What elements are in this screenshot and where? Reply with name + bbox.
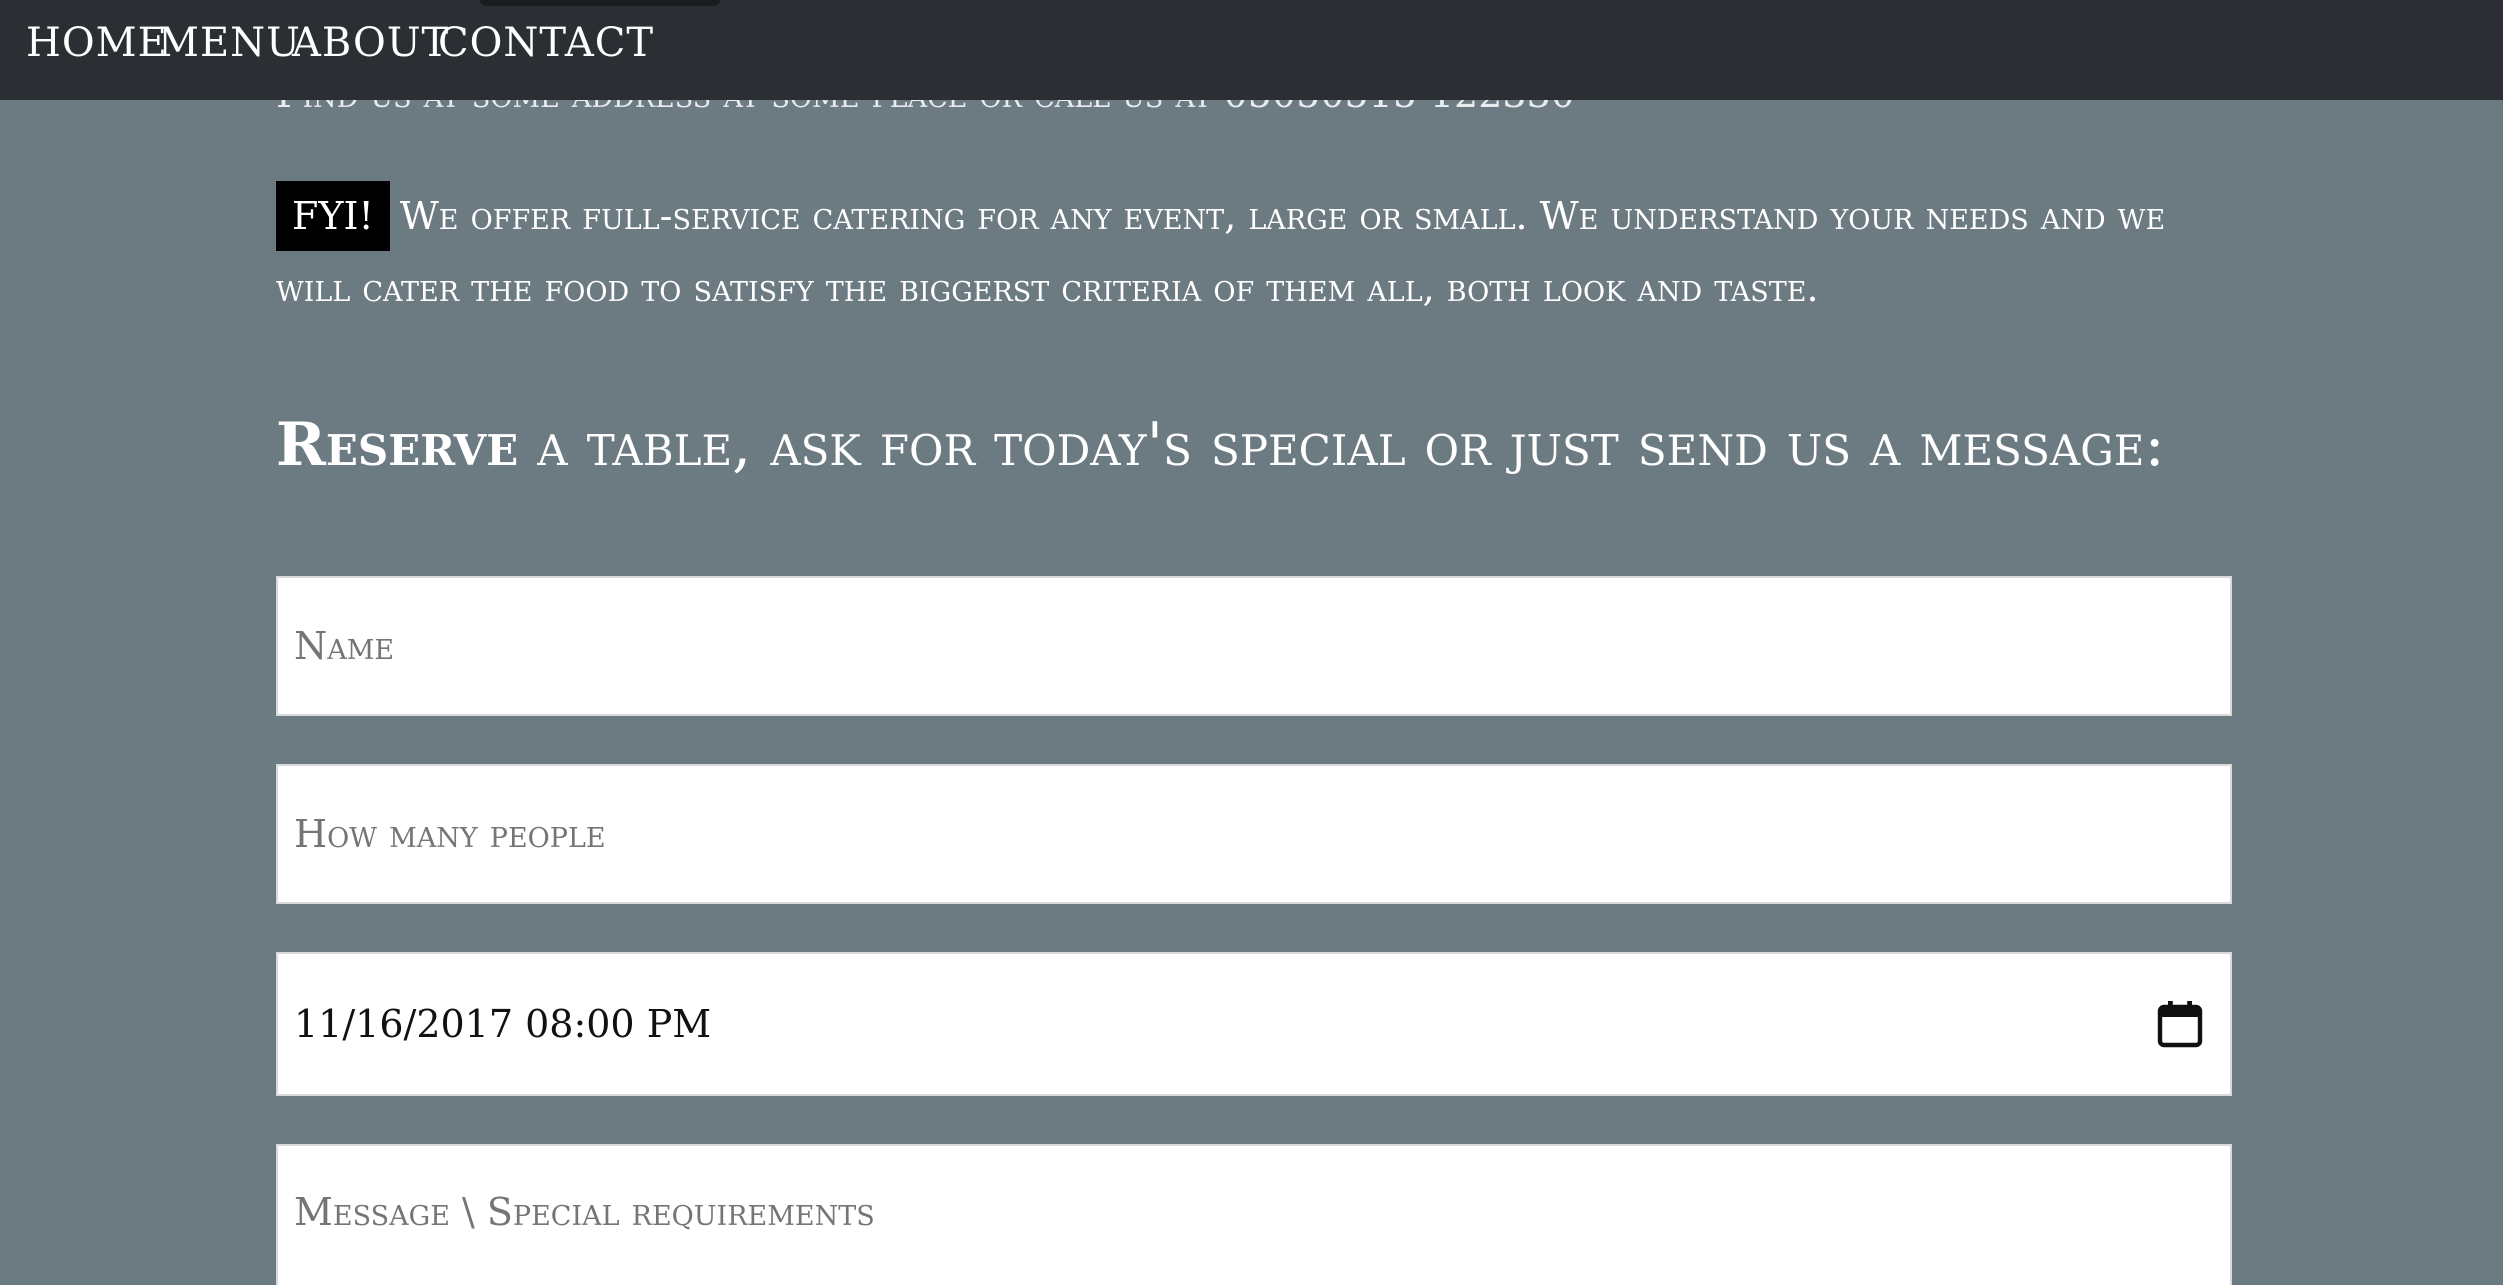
nav-contact[interactable]: Contact [438, 20, 654, 66]
datetime-value: 11/16/2017 08:00 PM [294, 1002, 712, 1046]
fyi-badge: FYI! [276, 181, 390, 251]
heading-emphasis: Reserve [276, 410, 519, 480]
message-textarea[interactable] [276, 1144, 2232, 1285]
nav-home[interactable]: Home [26, 20, 168, 66]
catering-text: We offer full-service catering for any e… [276, 194, 2166, 310]
scroll-indicator [480, 0, 720, 6]
top-navbar: Home Menu About Contact [0, 0, 2503, 100]
catering-paragraph: FYI! We offer full-service catering for a… [276, 180, 2236, 324]
heading-text: a table, ask for today's special or just… [518, 410, 2165, 480]
datetime-input[interactable]: 11/16/2017 08:00 PM [276, 952, 2232, 1096]
calendar-icon[interactable] [2156, 999, 2204, 1049]
reservation-heading: Reserve a table, ask for today's special… [276, 410, 2165, 480]
name-input[interactable] [276, 576, 2232, 716]
nav-about[interactable]: About [292, 20, 449, 66]
people-count-input[interactable] [276, 764, 2232, 904]
nav-menu[interactable]: Menu [158, 20, 301, 66]
page: Home Menu About Contact Find us at some … [0, 0, 2503, 1285]
